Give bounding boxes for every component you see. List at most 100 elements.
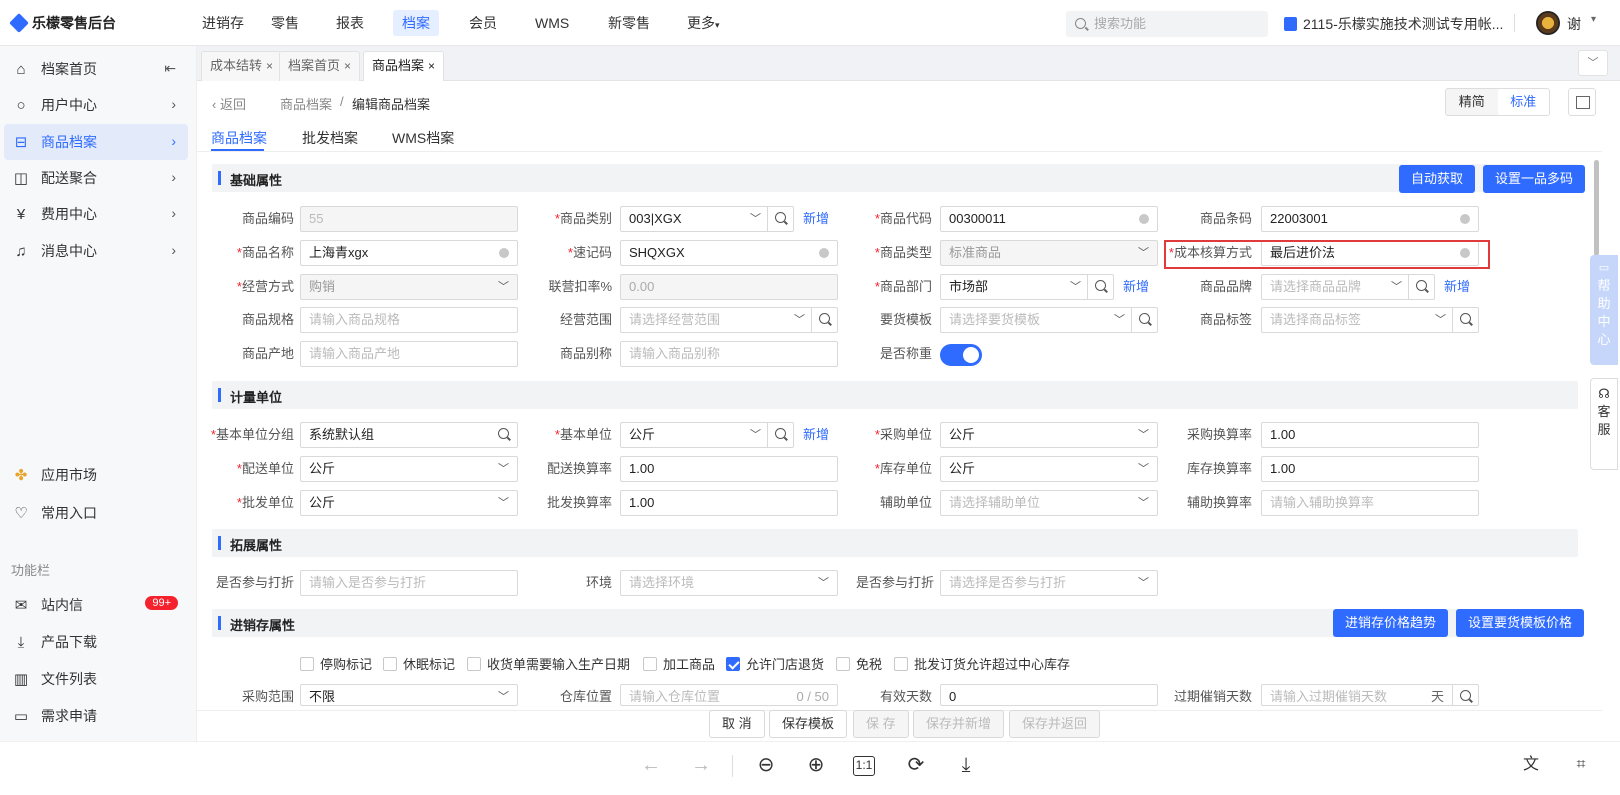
text-extract-icon[interactable]: ⌗ xyxy=(1568,752,1594,778)
back-link[interactable]: ‹ 返回 xyxy=(212,94,246,113)
base-unit-select[interactable]: 公斤 ﹀ xyxy=(620,422,794,448)
stock-rate-field[interactable]: 1.00 xyxy=(1261,456,1479,482)
delivery-unit-select[interactable]: 公斤 ﹀ xyxy=(300,456,518,482)
discount-rate-field[interactable]: 0.00 xyxy=(620,274,838,300)
download-icon[interactable]: ⤓ xyxy=(953,752,979,778)
exceed-stock-checkbox[interactable]: 批发订货允许超过中心库存 xyxy=(894,654,1070,673)
save-and-return-button[interactable]: 保存并返回 xyxy=(1009,710,1101,738)
avatar[interactable] xyxy=(1536,11,1560,35)
production-date-checkbox[interactable]: 收货单需要输入生产日期 xyxy=(467,654,630,673)
sidebar-item-product-archive[interactable]: ⊟ 商品档案 › xyxy=(4,124,188,160)
tpl-select[interactable]: 请选择要货模板 ﹀ xyxy=(940,307,1158,333)
purchase-range-select[interactable]: 不限 ﹀ xyxy=(300,684,518,706)
search-icon[interactable] xyxy=(767,207,793,231)
save-button[interactable]: 保 存 xyxy=(853,710,909,738)
close-icon[interactable]: × xyxy=(266,59,273,73)
page-tab-product-archive[interactable]: 商品档案 × xyxy=(363,51,445,81)
quick-code-field[interactable]: SHQXGX xyxy=(620,240,838,266)
category-select[interactable]: 003|XGX ﹀ xyxy=(620,206,794,232)
clear-icon[interactable] xyxy=(499,248,509,258)
search-icon[interactable] xyxy=(1452,308,1478,332)
category-add-link[interactable]: 新增 xyxy=(803,206,829,232)
expire-days-field[interactable]: 请输入过期催销天数 天 xyxy=(1261,684,1479,706)
dormant-checkbox[interactable]: 休眠标记 xyxy=(383,654,455,673)
search-icon[interactable] xyxy=(491,423,517,447)
processed-goods-checkbox[interactable]: 加工商品 xyxy=(643,654,715,673)
valid-days-field[interactable]: 0 xyxy=(940,684,1158,706)
save-and-new-button[interactable]: 保存并新增 xyxy=(913,710,1005,738)
customer-service-button[interactable]: ☊ 客 服 xyxy=(1590,378,1618,470)
translate-icon[interactable]: 文 xyxy=(1518,752,1544,778)
zoom-in-icon[interactable]: ⊕ xyxy=(803,752,829,778)
purchase-rate-field[interactable]: 1.00 xyxy=(1261,422,1479,448)
help-center-button[interactable]: ▭ 帮 助 中 心 xyxy=(1590,255,1618,365)
sidebar-item-message-center[interactable]: ♫ 消息中心 › xyxy=(0,233,188,269)
actual-size-icon[interactable]: 1:1 xyxy=(853,756,875,776)
alias-field[interactable]: 请输入商品别称 xyxy=(620,341,838,367)
tab-wholesale-archive[interactable]: 批发档案 xyxy=(302,128,358,148)
account-switcher[interactable]: 2115-乐檬实施技术测试专用帐... xyxy=(1284,14,1503,34)
cancel-button[interactable]: 取 消 xyxy=(709,710,765,738)
item-code-field[interactable]: 00300011 xyxy=(940,206,1158,232)
nav-member[interactable]: 会员 xyxy=(460,10,506,36)
spec-field[interactable]: 请输入商品规格 xyxy=(300,307,518,333)
type-select[interactable]: 标准商品 ﹀ xyxy=(940,240,1158,266)
auto-get-button[interactable]: 自动获取 xyxy=(1399,165,1476,193)
origin-field[interactable]: 请输入商品产地 xyxy=(300,341,518,367)
layout-icon[interactable] xyxy=(1568,88,1596,116)
close-icon[interactable]: × xyxy=(344,59,351,73)
weigh-toggle[interactable] xyxy=(940,344,982,366)
code-field[interactable]: 55 xyxy=(300,206,518,232)
barcode-field[interactable]: 22003001 xyxy=(1261,206,1479,232)
stock-unit-select[interactable]: 公斤 ﹀ xyxy=(940,456,1158,482)
sidebar-item-favorites[interactable]: ♡ 常用入口 xyxy=(0,495,188,531)
tab-wms-archive[interactable]: WMS档案 xyxy=(392,128,454,148)
wholesale-unit-select[interactable]: 公斤 ﹀ xyxy=(300,490,518,516)
clear-icon[interactable] xyxy=(1460,214,1470,224)
dept-add-link[interactable]: 新增 xyxy=(1123,274,1149,300)
view-standard-button[interactable]: 标准 xyxy=(1497,89,1549,115)
page-tab-cost-transfer[interactable]: 成本结转 × xyxy=(201,51,283,81)
search-icon[interactable] xyxy=(1087,275,1113,299)
tab-list-dropdown[interactable]: ﹀ xyxy=(1578,50,1608,76)
disc1-field[interactable]: 请输入是否参与打折 xyxy=(300,570,518,596)
sidebar-item-app-market[interactable]: ✤ 应用市场 xyxy=(0,457,188,493)
sidebar-item-delivery[interactable]: ◫ 配送聚合 › xyxy=(0,160,188,196)
sidebar-item-user-center[interactable]: ○ 用户中心 › xyxy=(0,87,188,123)
sidebar-item-archive-home[interactable]: ⌂ 档案首页 ⇤ xyxy=(0,51,188,87)
rotate-icon[interactable]: ⟳ xyxy=(903,752,929,778)
nav-more[interactable]: 更多▾ xyxy=(678,10,729,36)
sidebar-item-file-list[interactable]: ▥ 文件列表 xyxy=(0,661,188,697)
aux-rate-field[interactable]: 请输入辅助换算率 xyxy=(1261,490,1479,516)
sidebar-item-request[interactable]: ▭ 需求申请 xyxy=(0,698,188,734)
wholesale-rate-field[interactable]: 1.00 xyxy=(620,490,838,516)
nav-wms[interactable]: WMS xyxy=(526,10,578,36)
delivery-rate-field[interactable]: 1.00 xyxy=(620,456,838,482)
brand-add-link[interactable]: 新增 xyxy=(1444,274,1470,300)
collapse-icon[interactable]: ⇤ xyxy=(164,60,176,77)
purchase-unit-select[interactable]: 公斤 ﹀ xyxy=(940,422,1158,448)
chevron-down-icon[interactable]: ▾ xyxy=(1591,14,1596,25)
save-template-button[interactable]: 保存模板 xyxy=(769,710,848,738)
nav-retail[interactable]: 零售 xyxy=(262,10,308,36)
clear-icon[interactable] xyxy=(1139,214,1149,224)
multi-code-button[interactable]: 设置一品多码 xyxy=(1483,165,1586,193)
template-price-button[interactable]: 设置要货模板价格 xyxy=(1456,609,1585,637)
search-input[interactable]: 搜索功能 xyxy=(1066,11,1268,37)
price-trend-button[interactable]: 进销存价格趋势 xyxy=(1333,609,1449,637)
name-field[interactable]: 上海青xgx xyxy=(300,240,518,266)
unit-group-field[interactable]: 系统默认组 xyxy=(300,422,518,448)
nav-archive[interactable]: 档案 xyxy=(393,10,439,36)
view-simple-button[interactable]: 精简 xyxy=(1446,89,1498,115)
search-icon[interactable] xyxy=(767,423,793,447)
disc2-select[interactable]: 请选择是否参与打折 ﹀ xyxy=(940,570,1158,596)
sidebar-item-download[interactable]: ⤓ 产品下载 xyxy=(0,624,188,660)
app-logo[interactable]: 乐檬零售后台 xyxy=(9,13,116,33)
tab-product-archive[interactable]: 商品档案 xyxy=(211,128,267,148)
nav-new-retail[interactable]: 新零售 xyxy=(599,10,659,36)
breadcrumb-parent[interactable]: 商品档案 xyxy=(280,94,332,113)
tax-free-checkbox[interactable]: 免税 xyxy=(836,654,882,673)
arrow-right-icon[interactable]: → xyxy=(688,752,714,778)
base-unit-add-link[interactable]: 新增 xyxy=(803,422,829,448)
biz-mode-select[interactable]: 购销 ﹀ xyxy=(300,274,518,300)
